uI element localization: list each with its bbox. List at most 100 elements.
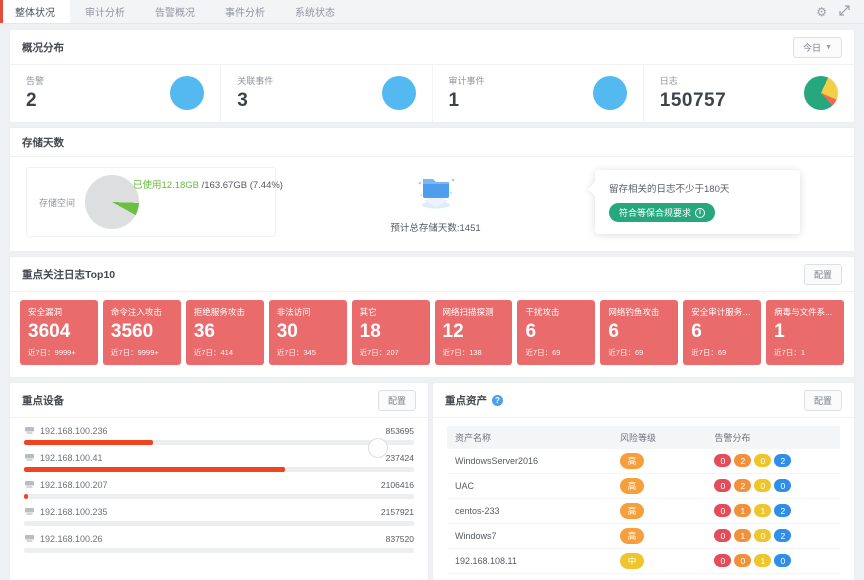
fullscreen-icon[interactable] — [839, 3, 850, 21]
assets-config-button[interactable]: 配置 — [804, 390, 842, 411]
tab-system-status[interactable]: 系统状态 — [280, 0, 350, 23]
device-icon — [24, 507, 35, 516]
compliance-badge[interactable]: 符合等保合规要求 i — [609, 203, 715, 222]
date-filter-dropdown[interactable]: 今日 ▼ — [793, 37, 842, 58]
log-card[interactable]: 非法访问 30 近7日：345 — [269, 300, 347, 365]
date-filter-value: 今日 — [803, 41, 821, 54]
device-ip: 192.168.100.41 — [40, 453, 103, 463]
key-assets-section: 重点资产 ? 配置 资产名称 风险等级 告警分布 WindowsServer20… — [433, 383, 854, 580]
folder-icon — [414, 171, 458, 216]
device-icon — [24, 534, 35, 543]
device-row[interactable]: 192.168.100.26 837520 — [24, 534, 414, 553]
storage-days-caption: 预计总存储天数:1451 — [276, 220, 595, 234]
badge-medium: 0 — [754, 529, 771, 542]
recent-value: 414 — [220, 348, 233, 357]
device-row[interactable]: 192.168.100.236 853695 — [24, 426, 414, 445]
log-card[interactable]: 安全漏洞 3604 近7日：9999+ — [20, 300, 98, 365]
badge-low: 2 — [774, 454, 791, 467]
badge-medium: 0 — [754, 454, 771, 467]
log-card-name: 拒绝服务攻击 — [194, 306, 256, 318]
badge-critical: 0 — [714, 454, 731, 467]
log-card-value: 12 — [443, 320, 505, 344]
stat-logs[interactable]: 日志 150757 — [644, 65, 854, 122]
badge-medium: 1 — [754, 504, 771, 517]
badge-high: 2 — [734, 454, 751, 467]
asset-name: Windows7 — [447, 523, 612, 548]
asset-row[interactable]: WindowsServer2016 高 0202 — [447, 449, 840, 474]
assets-table: 资产名称 风险等级 告警分布 WindowsServer2016 高 0202 … — [447, 426, 840, 574]
log-card[interactable]: 病毒与文件系... 1 近7日：1 — [766, 300, 844, 365]
top-logs-config-button[interactable]: 配置 — [804, 264, 842, 285]
asset-row[interactable]: 192.168.108.11 中 0010 — [447, 548, 840, 573]
recent-label: 近7日： — [525, 348, 552, 357]
storage-title: 存储天数 — [22, 135, 64, 150]
log-card[interactable]: 网络钓鱼攻击 6 近7日：69 — [600, 300, 678, 365]
device-ip: 192.168.100.235 — [40, 507, 108, 517]
alert-distribution-badges: 0010 — [714, 554, 791, 567]
badge-high: 2 — [734, 479, 751, 492]
log-card[interactable]: 安全审计服务攻击 6 近7日：69 — [683, 300, 761, 365]
asset-row[interactable]: centos-233 高 0112 — [447, 498, 840, 523]
log-card[interactable]: 命令注入攻击 3560 近7日：9999+ — [103, 300, 181, 365]
device-count: 837520 — [386, 534, 414, 544]
device-count: 853695 — [386, 426, 414, 436]
storage-space-label: 存储空间 — [39, 196, 75, 209]
log-card-value: 3560 — [111, 320, 173, 344]
log-card[interactable]: 拒绝服务攻击 36 近7日：414 — [186, 300, 264, 365]
log-card-name: 病毒与文件系... — [774, 306, 836, 318]
stat-label: 日志 — [660, 74, 726, 87]
compliance-bubble: 留存相关的日志不少于180天 符合等保合规要求 i — [595, 170, 800, 234]
devices-config-button[interactable]: 配置 — [378, 390, 416, 411]
tab-alert-overview[interactable]: 告警概况 — [140, 0, 210, 23]
badge-high: 1 — [734, 529, 751, 542]
recent-label: 近7日： — [608, 348, 635, 357]
device-count: 237424 — [386, 453, 414, 463]
log-card[interactable]: 其它 18 近7日：207 — [352, 300, 430, 365]
log-card-name: 安全漏洞 — [28, 306, 90, 318]
top-tab-bar: 整体状况 审计分析 告警概况 事件分析 系统状态 ⚙ — [0, 0, 864, 24]
devices-title: 重点设备 — [22, 393, 64, 408]
tab-overall-status[interactable]: 整体状况 — [0, 0, 70, 23]
stat-alerts[interactable]: 告警 2 — [10, 65, 221, 122]
log-card[interactable]: 网络扫描探测 12 近7日：138 — [435, 300, 513, 365]
recent-label: 近7日： — [360, 348, 387, 357]
device-ip: 192.168.100.236 — [40, 426, 108, 436]
asset-row[interactable]: Windows7 高 0102 — [447, 523, 840, 548]
alert-distribution-badges: 0200 — [714, 479, 791, 492]
top-logs-title: 重点关注日志Top10 — [22, 267, 115, 282]
recent-value: 9999+ — [138, 348, 159, 357]
recent-label: 近7日： — [28, 348, 55, 357]
badge-low: 0 — [774, 554, 791, 567]
recent-value: 69 — [635, 348, 643, 357]
device-bar-track — [24, 521, 414, 526]
device-row[interactable]: 192.168.100.235 2157921 — [24, 507, 414, 526]
asset-name: 192.168.108.11 — [447, 548, 612, 573]
asset-row[interactable]: UAC 高 0200 — [447, 473, 840, 498]
col-asset-name: 资产名称 — [447, 426, 612, 449]
help-icon[interactable]: ? — [492, 395, 503, 406]
floating-button[interactable] — [368, 438, 388, 458]
recent-value: 69 — [718, 348, 726, 357]
badge-medium: 1 — [754, 554, 771, 567]
device-icon — [24, 453, 35, 462]
top-logs-section: 重点关注日志Top10 配置 安全漏洞 3604 近7日：9999+ 命令注入攻… — [10, 257, 854, 377]
device-bar-track — [24, 494, 414, 499]
device-icon — [24, 426, 35, 435]
compliance-label: 符合等保合规要求 — [619, 206, 691, 219]
overview-title: 概况分布 — [22, 40, 64, 55]
tab-event-analysis[interactable]: 事件分析 — [210, 0, 280, 23]
device-ip: 192.168.100.207 — [40, 480, 108, 490]
stat-label: 关联事件 — [237, 74, 273, 87]
asset-name: centos-233 — [447, 498, 612, 523]
stat-correlated-events[interactable]: 关联事件 3 — [221, 65, 432, 122]
stat-audit-events[interactable]: 审计事件 1 — [433, 65, 644, 122]
tab-audit-analysis[interactable]: 审计分析 — [70, 0, 140, 23]
recent-label: 近7日： — [443, 348, 470, 357]
device-row[interactable]: 192.168.100.207 2106416 — [24, 480, 414, 499]
log-card[interactable]: 干扰攻击 6 近7日：69 — [517, 300, 595, 365]
device-count: 2106416 — [381, 480, 414, 490]
device-row[interactable]: 192.168.100.41 237424 — [24, 453, 414, 472]
gear-icon[interactable]: ⚙ — [816, 6, 827, 18]
badge-medium: 0 — [754, 479, 771, 492]
log-card-name: 干扰攻击 — [525, 306, 587, 318]
